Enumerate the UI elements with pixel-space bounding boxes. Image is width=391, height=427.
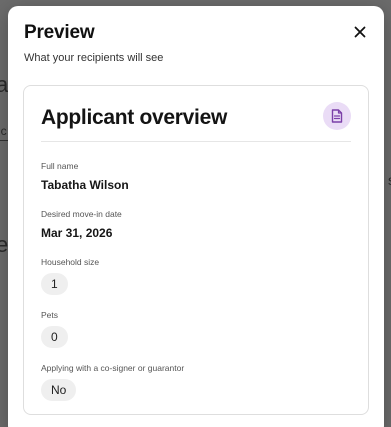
field-value: Mar 31, 2026 xyxy=(41,226,113,240)
value-pill: 1 xyxy=(41,273,68,295)
field-move-in-date: Desired move-in date Mar 31, 2026 xyxy=(41,209,122,240)
background-heading-fragment: a xyxy=(0,72,9,97)
modal-subtitle: What your recipients will see xyxy=(24,52,164,64)
background-heading-fragment-2: e xyxy=(0,232,9,257)
field-label: Full name xyxy=(41,161,79,171)
field-label: Household size xyxy=(41,257,100,267)
applicant-overview-card: Applicant overview Full name Tabatha Wil… xyxy=(23,85,369,415)
field-label: Pets xyxy=(41,310,59,320)
preview-modal: Preview What your recipients will see Ap… xyxy=(8,6,384,427)
field-label: Applying with a co-signer or guarantor xyxy=(41,363,185,373)
card-title: Applicant overview xyxy=(41,106,227,129)
document-icon xyxy=(331,109,343,123)
field-label: Desired move-in date xyxy=(41,209,122,219)
document-badge xyxy=(323,102,351,130)
close-button[interactable] xyxy=(350,22,370,42)
close-icon xyxy=(354,26,366,38)
card-header: Applicant overview xyxy=(41,100,351,142)
value-pill: No xyxy=(41,379,77,401)
value-pill: 0 xyxy=(41,326,68,348)
background-tab-fragment: ic xyxy=(0,124,7,138)
field-cosigner: Applying with a co-signer or guarantor N… xyxy=(41,363,184,401)
field-value: Tabatha Wilson xyxy=(41,178,129,192)
field-full-name: Full name Tabatha Wilson xyxy=(41,161,129,192)
modal-title: Preview xyxy=(24,22,95,43)
field-household-size: Household size 1 xyxy=(41,257,99,295)
modal-header: Preview What your recipients will see xyxy=(24,22,368,64)
field-pets: Pets 0 xyxy=(41,310,68,348)
